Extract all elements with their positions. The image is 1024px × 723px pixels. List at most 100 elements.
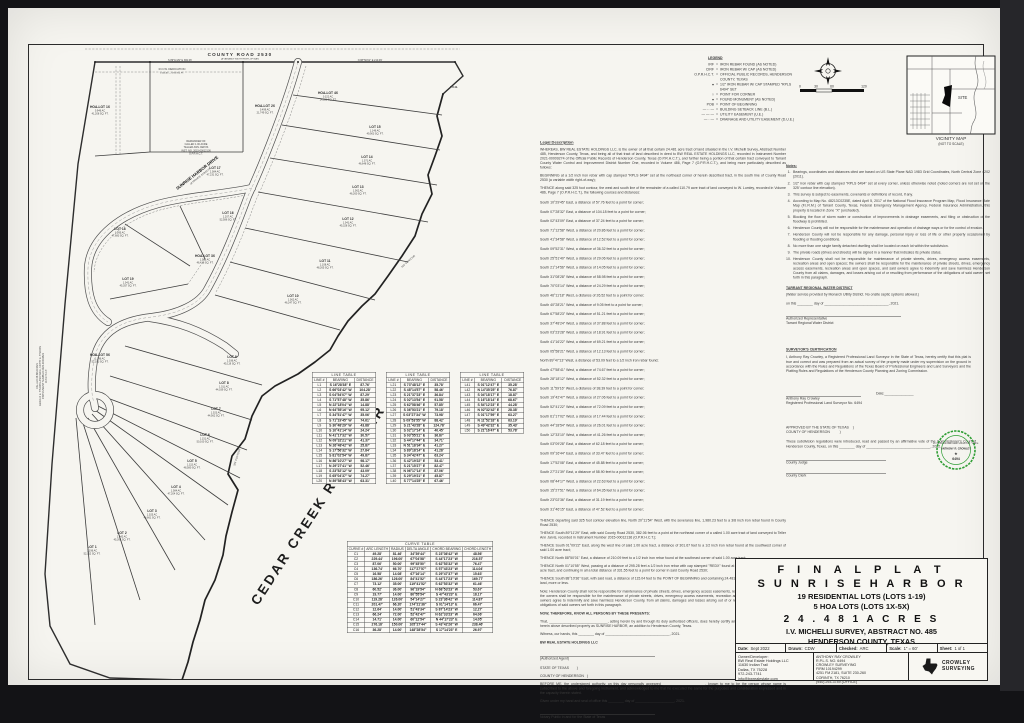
table-row: L42N 14°35'25" E76.87' — [460, 388, 524, 393]
lot-label: LOT 21.042 AC45,391 SQ. FT. — [114, 531, 131, 542]
table-row: L29S 21°43'28" E124.78' — [386, 423, 450, 428]
drawing-info-strip: Date:Sept 2022 Drawn:CDW Checked:ARC Sca… — [736, 643, 987, 653]
table-row: L21S 73°48'12" E35.78' — [386, 383, 450, 388]
table-row: L19S 65°04'37" W74.27' — [312, 474, 376, 479]
lot-label: LOT 61.151 AC50,160 SQ. FT. — [197, 433, 214, 444]
table-row: L46N 02°32'42" E28.38' — [460, 408, 524, 413]
lot-label: LOT 51.115 AC48,580 SQ. FT. — [184, 459, 201, 470]
table-row: L44S 16°18'14" E68.67' — [460, 398, 524, 403]
vicinity-map: SITE VICINITY MAP (NOT TO SCALE) — [906, 55, 998, 147]
svg-text:O.P.R.H.C.T.: O.P.R.H.C.T. — [189, 152, 203, 155]
lot-label: LOT 101.062 AC46,247 SQ. FT. — [285, 294, 302, 305]
surveyor-certification-heading: SURVEYOR'S CERTIFICATION — [786, 348, 990, 353]
table-row: L50S 21°16'47" E53.78' — [460, 428, 524, 433]
adjoiner-owner-text: CALLED 29.88 ACRES GERALD E. THARPE AND … — [36, 346, 48, 407]
line-table-1: LINE TABLE LINE #BEARINGDISTANCE L1S 16°… — [312, 372, 376, 484]
table-row: L40S 77°14'25" E67.46' — [386, 479, 450, 484]
table-row: L15S 81°02'54" W49.87' — [312, 453, 376, 458]
lot-label: LOT 161.207 AC52,586 SQ. FT. — [220, 211, 237, 222]
table-row: L20N 89°58'43" W63.31' — [312, 479, 376, 484]
lot-label: LOT 11.196 AC52,112 SQ. FT. — [84, 545, 101, 556]
note-item: 6.Henderson County will not be responsib… — [786, 226, 990, 231]
lot-label: LOT 91.036 AC45,119 SQ. FT. — [224, 355, 241, 366]
acreage: 2 4 . 4 8 1 A C R E S — [736, 614, 987, 625]
note-item: 9.The private roads (drives and streets)… — [786, 251, 990, 256]
notes-title: Notes: — [786, 164, 990, 169]
svg-text:ANTHONY R. CROWLEY: ANTHONY R. CROWLEY — [941, 447, 971, 451]
line-table-2: LINE TABLE LINE #BEARINGDISTANCE L21S 73… — [386, 372, 450, 484]
vicinity-caption: VICINITY MAP — [936, 136, 967, 141]
table-row: L33N 51°18'34" E41.27' — [386, 443, 450, 448]
legend-title: LEGEND — [708, 56, 800, 61]
table-row: L34S 89°18'14" E41.28' — [386, 448, 450, 453]
svg-text:30: 30 — [814, 85, 818, 89]
svg-text:O.P.R.H.C.T.: O.P.R.H.C.T. — [45, 369, 48, 383]
table-row: L41S 01°12'47" E35.28' — [460, 383, 524, 388]
legend-row: ●=1/2" IRON REBAR W/ CAP STAMPED "RPLS 6… — [688, 83, 800, 93]
metes-and-bounds-calls: South 10°29'45" East, a distance of 57.7… — [540, 199, 786, 515]
svg-text:120: 120 — [861, 85, 867, 89]
county-road-sub-label: (A VARIABLE WIDTH RIGHT-OF-WAY) — [221, 58, 260, 61]
row-dedication-label: R.O.W. DEDICATION — [159, 67, 186, 71]
svg-text:REGISTERED PROFESSIONAL LAND S: REGISTERED PROFESSIONAL LAND SURVEYOR · … — [933, 442, 979, 445]
legal-description-title: Legal Description — [540, 140, 786, 145]
site-label: SITE — [958, 95, 968, 100]
table-row: L14S 17°56'32" W27.84' — [312, 448, 376, 453]
notes-list: 1.Bearings, coordinates and distances ci… — [786, 170, 990, 280]
lot-label: LOT 191.041 AC45,357 SQ. FT. — [120, 277, 137, 288]
table-row: L23S 21°37'23" E36.84' — [386, 393, 450, 398]
county-road-label: COUNTY ROAD 2530 — [208, 52, 273, 57]
table-row: L12N 09°32'21" W41.37' — [312, 438, 376, 443]
table-row: L32S 44°17'44" E34.71' — [386, 438, 450, 443]
graphic-scale-bar: 0 30 60 120 — [796, 84, 868, 96]
table-row: L37S 21°15'27" E82.47' — [386, 464, 450, 469]
lot-label: LOT 81.011 AC44,039 SQ. FT. — [216, 381, 233, 392]
lot-label: LOT 171.084 AC47,231 SQ. FT. — [207, 166, 224, 177]
water-district-heading: TARRANT REGIONAL WATER DISTRICT — [786, 286, 990, 291]
note-item: 3.This survey is subject to easements, c… — [786, 193, 990, 198]
surveying-firm-logo: CROWLEYSURVEYING — [909, 653, 987, 681]
curve-table: CURVE TABLE CURVE #ARC LENGTH RADIUSDELT… — [347, 541, 493, 633]
lot-label: HOA-LOT 4X0.322 AC14,021 SQ. FT. — [318, 91, 339, 102]
line-table-3: LINE TABLE LINE #BEARINGDISTANCE L41S 01… — [460, 372, 524, 433]
photo-dark-edge — [1000, 0, 1024, 691]
table-row: L13N 26°48'42" W25.87' — [312, 443, 376, 448]
legend: LEGEND IRF=IRON REBAR FOUND (AS NOTED)CI… — [688, 56, 800, 123]
svg-text:★: ★ — [954, 451, 958, 456]
subdivision-name: S U N R I S E H A R B O R — [736, 578, 987, 590]
table-row: L35S 34°42'47" E63.24' — [386, 453, 450, 458]
table-row: L17N 29°27'41" W52.46' — [312, 464, 376, 469]
contour-tag: 325' CONTOUR — [401, 254, 416, 268]
table-row: L39S 29°19'21" E45.87' — [386, 474, 450, 479]
pob-label: P.O.B. — [450, 85, 458, 89]
note-item: 8.No more than one single family detache… — [786, 244, 990, 249]
note-item: 5.Blocking the flow of storm water or co… — [786, 215, 990, 224]
texas-logo-icon — [921, 658, 939, 675]
lot-label: LOT 181.095 AC47,683 SQ. FT. — [112, 227, 129, 238]
owner-developer-block: Owner/Developer:BW Real Estate Holdings … — [736, 653, 814, 681]
table-row: L18S 23°52'12" W43.09' — [312, 469, 376, 474]
table-row: L27S 03°27'34" W73.98' — [386, 413, 450, 418]
lot-label: LOT 41.084 AC47,204 SQ. FT. — [168, 485, 185, 496]
row-area-label: 0.205 AC — 8,940 SQ. FT. — [160, 71, 184, 74]
vicinity-subcaption: (NOT TO SCALE) — [938, 142, 963, 146]
table-row: L38N 06°17'14" E87.06' — [386, 469, 450, 474]
table-row: L43S 04°18'17" E18.87' — [460, 393, 524, 398]
table-row: L48N 11°52'18" E63.19' — [460, 418, 524, 423]
lot-label: LOT 131.062 AC46,260 SQ. FT. — [350, 185, 367, 196]
note-item: 7.Henderson County will not be responsib… — [786, 233, 990, 242]
table-row: L31S 03°55'21" E36.87' — [386, 433, 450, 438]
contour-tag: 325' CONTOUR — [233, 448, 241, 466]
table-row: L25S 62°58'46" E57.85' — [386, 403, 450, 408]
note-item: 1.Bearings, coordinates and distances ci… — [786, 170, 990, 179]
lot-label: LOT 151.146 AC49,903 SQ. FT. — [367, 125, 384, 136]
note-item: 2.1/2" iron rebar with cap stamped "RPLS… — [786, 181, 990, 190]
note-item: 10.Henderson County shall not be respons… — [786, 257, 990, 280]
table-row: L26S 36°53'21" E79.18' — [386, 408, 450, 413]
legend-row: — · —=DRAINAGE AND UTILITY EASEMENT (D.U… — [688, 118, 800, 123]
table-row: L36S 42°19'22" E53.41' — [386, 459, 450, 464]
lot-label: HOA-LOT 1X0.946 AC41,208 SQ. FT. — [90, 105, 111, 116]
lot-label: LOT 111.108 AC48,265 SQ. FT. — [317, 259, 334, 270]
table-row: L45S 54°12'23" E44.28' — [460, 403, 524, 408]
photo-of-plat-sheet: { "map": { "county_road": "COUNTY ROAD 2… — [0, 0, 1024, 691]
